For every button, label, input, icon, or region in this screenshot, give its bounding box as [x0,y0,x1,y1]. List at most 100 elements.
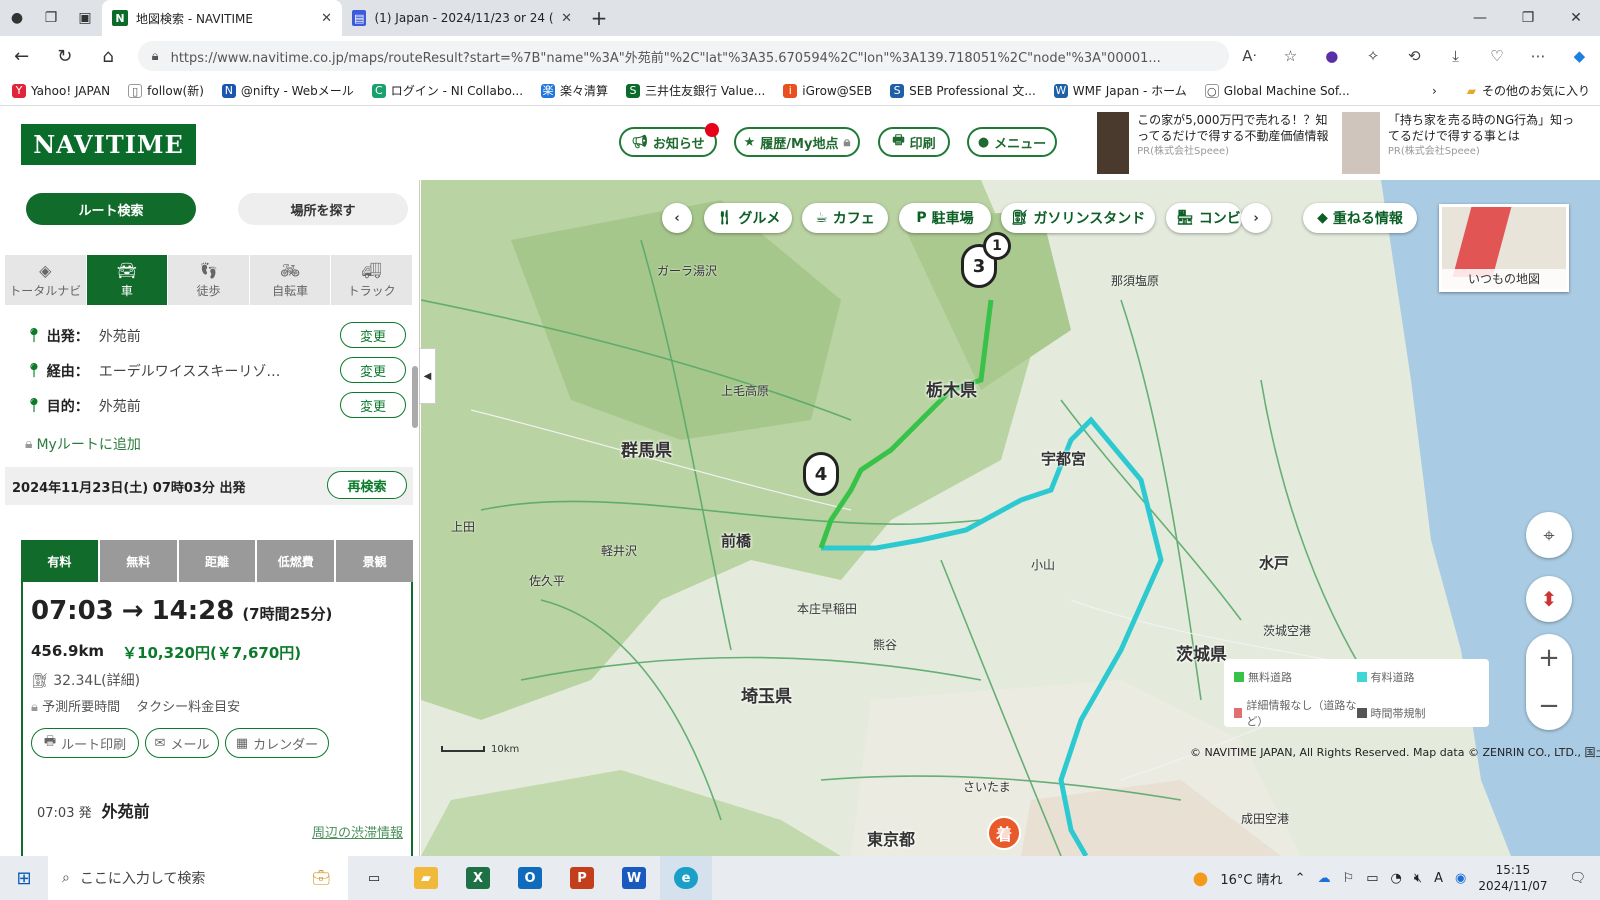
bookmark-item[interactable]: ▯ follow(新) [128,82,204,99]
close-tab-icon[interactable]: ✕ [561,11,572,26]
clock[interactable]: 15:15 2024/11/07 [1478,862,1547,894]
ime-icon[interactable]: A [1434,871,1443,886]
mode-car[interactable]: 🚘︎ 車 [86,255,169,305]
route-search-tab[interactable]: ルート検索 [26,193,196,225]
browser-essentials-icon[interactable]: ♡ [1476,47,1517,65]
word-icon[interactable]: W [608,856,660,900]
mode-total-navi[interactable]: ◈ トータルナビ [5,255,87,305]
close-window-icon[interactable]: ✕ [1552,10,1600,26]
extension-s-icon[interactable]: ● [1311,47,1352,65]
chip-convenience[interactable]: 🏪︎ コンビ [1166,203,1242,233]
refresh-icon[interactable]: ↻ [43,46,86,67]
extensions-icon[interactable]: ✧ [1352,47,1393,65]
history-button[interactable]: ★ 履歴/My地点 🔒︎ [734,127,860,157]
chips-next-button[interactable]: › [1241,203,1271,233]
compass-button[interactable]: ⬍ [1526,576,1572,622]
chevron-right-icon[interactable]: › [1432,84,1437,98]
close-tab-icon[interactable]: ✕ [321,11,332,26]
mode-walk[interactable]: 👣︎ 徒歩 [168,255,250,305]
edge-icon[interactable]: e [660,856,712,900]
navitime-logo[interactable]: NAVITIME [21,124,196,165]
weather-text[interactable]: 16°C 晴れ [1220,869,1282,888]
chevron-up-icon[interactable]: ⌃ [1295,871,1306,886]
bookmark-item[interactable]: C ログイン - NI Collabo... [371,82,523,99]
url-field[interactable]: 🔒︎ https://www.navitime.co.jp/maps/route… [137,41,1229,71]
change-via-button[interactable]: 変更 [340,357,406,383]
favorite-star-icon[interactable]: ☆ [1270,47,1311,65]
outlook-icon[interactable]: O [504,856,556,900]
tab-navitime[interactable]: N 地図検索 - NAVITIME ✕ [102,0,342,36]
tab-toll[interactable]: 有料 [21,540,98,582]
bookmark-item[interactable]: Y Yahoo! JAPAN [12,83,110,98]
network-icon[interactable]: ⚐ [1343,871,1355,886]
zoom-out-icon[interactable]: − [1538,691,1560,721]
chip-cafe[interactable]: ☕︎ カフェ [802,203,888,233]
route-map[interactable]: 群馬県 栃木県 埼玉県 茨城県 宇都宮 前橋 水戸 東京都 ガーラ湯沢 上毛高原… [421,180,1600,856]
other-favorites[interactable]: その他のお気に入り [1482,82,1590,99]
file-explorer-icon[interactable]: ▰ [400,856,452,900]
copilot-tray-icon[interactable]: ◉ [1455,871,1466,886]
notifications-icon[interactable]: 🗨︎ [1569,871,1586,886]
tab-distance[interactable]: 距離 [178,540,256,582]
calendar-button[interactable]: ▦ カレンダー [225,728,329,758]
print-button[interactable]: 🖶 印刷 [878,127,950,157]
current-location-button[interactable]: ⌖ [1526,512,1572,558]
profile-icon[interactable]: ● [0,0,34,36]
new-tab-icon[interactable]: + [582,0,616,36]
news-button[interactable]: 📢︎ お知らせ [619,123,719,157]
ad-banner[interactable]: 「持ち家を売る時のNG行為」知ってるだけで得する事とは PR(株式会社Speee) [1342,112,1582,174]
bookmark-item[interactable]: S 三井住友銀行 Value... [626,82,765,99]
mode-bicycle[interactable]: 🚲︎ 自転車 [249,255,332,305]
map-style-thumbnail[interactable]: いつもの地図 [1439,204,1569,292]
route-print-button[interactable]: 🖶 ルート印刷 [31,728,139,758]
powerpoint-icon[interactable]: P [556,856,608,900]
zoom-in-icon[interactable]: + [1538,643,1560,673]
wifi-icon[interactable]: ◔ [1391,871,1402,886]
taskbar-search[interactable]: ⌕ ここに入力して検索 💼︎ [48,856,348,900]
battery-icon[interactable]: ▭ [1366,871,1378,886]
windows-start-icon[interactable]: ⊞ [0,868,48,889]
collapse-sidebar-button[interactable]: ◀ [420,348,436,404]
excel-icon[interactable]: X [452,856,504,900]
chip-gourmet[interactable]: 🍴︎ グルメ [704,203,792,233]
tab-eco[interactable]: 低燃費 [257,540,335,582]
taxi-fare-link[interactable]: タクシー料金目安 [136,696,240,715]
bookmark-item[interactable]: W WMF Japan - ホーム [1053,82,1187,99]
bookmark-item[interactable]: N @nifty - Webメール [221,82,354,99]
chip-parking[interactable]: P 駐車場 [899,203,991,233]
more-icon[interactable]: ⋯ [1517,47,1558,65]
minimize-icon[interactable]: — [1456,10,1504,26]
tab-scenic[interactable]: 景観 [336,540,413,582]
traffic-info-link[interactable]: 周辺の渋滞情報 [312,822,403,841]
via-marker-1[interactable]: 1 [983,232,1011,260]
change-destination-button[interactable]: 変更 [340,392,406,418]
chip-gas-station[interactable]: ⛽︎ ガソリンスタンド [1001,203,1155,233]
via-marker-4[interactable]: 4 [803,452,839,496]
menu-button[interactable]: ● メニュー [967,127,1057,157]
mode-truck[interactable]: 🚚︎ トラック [331,255,413,305]
bookmark-item[interactable]: S SEB Professional 文... [890,82,1036,99]
tab-free[interactable]: 無料 [99,540,177,582]
maximize-icon[interactable]: ❐ [1504,10,1552,26]
find-place-tab[interactable]: 場所を探す [238,193,408,225]
mail-button[interactable]: ✉ メール [145,728,219,758]
fuel-info[interactable]: ⛽︎ 32.34L(詳細) [31,670,140,690]
workspaces-icon[interactable]: ❐ [34,0,68,36]
tab-actions-icon[interactable]: ▣ [68,0,102,36]
download-icon[interactable]: ⤓ [1435,47,1476,65]
bookmark-item[interactable]: i iGrow@SEB [783,83,872,98]
task-view-icon[interactable]: ▭ [348,856,400,900]
predicted-time-link[interactable]: 🔒︎ 予測所要時間 [31,696,120,715]
back-icon[interactable]: ← [0,46,43,67]
read-aloud-icon[interactable]: Aᐧ [1229,47,1270,65]
onedrive-icon[interactable]: ☁ [1318,871,1331,886]
overlay-info-button[interactable]: ◆ 重ねる情報 [1303,203,1417,233]
history-icon[interactable]: ⟲ [1394,47,1435,65]
ad-banner[interactable]: この家が5,000万円で売れる！？知ってるだけで得する不動産価値情報 PR(株式会… [1097,112,1335,174]
research-button[interactable]: 再検索 [327,471,407,499]
bookmark-item[interactable]: 楽楽々清算 [541,82,608,99]
bookmark-item[interactable]: ○ Global Machine Sof... [1204,83,1350,98]
home-icon[interactable]: ⌂ [86,46,129,67]
copilot-icon[interactable]: ◆ [1559,47,1600,65]
tab-japan[interactable]: ▤ (1) Japan - 2024/11/23 or 24 (sat ✕ [342,0,582,36]
